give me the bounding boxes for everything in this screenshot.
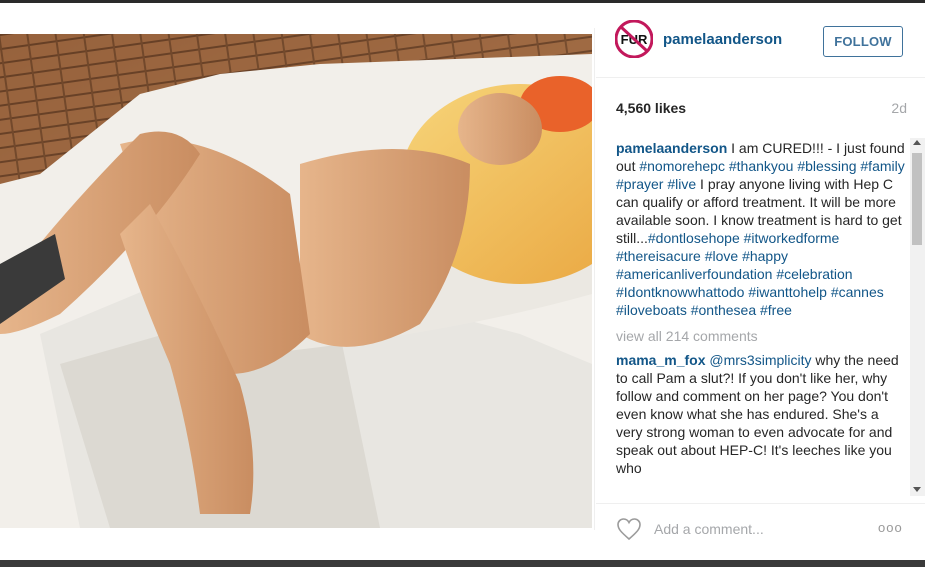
comment-item: mama_m_fox @mrs3simplicity why the need …	[616, 351, 908, 477]
photo-illustration	[0, 34, 592, 528]
comment-mention[interactable]: @mrs3simplicity	[709, 352, 811, 368]
follow-button[interactable]: FOLLOW	[823, 26, 903, 57]
caption: pamelaanderson I am CURED!!! - I just fo…	[616, 139, 908, 319]
post-age[interactable]: 2d	[891, 100, 907, 116]
post-photo[interactable]	[0, 34, 592, 528]
likes-count[interactable]: 4,560 likes	[616, 100, 686, 116]
no-fur-logo-icon: FUR	[614, 19, 654, 59]
comment-text: why the need to call Pam a slut?! If you…	[616, 352, 899, 476]
scroll-thumb[interactable]	[912, 153, 922, 245]
view-all-comments-link[interactable]: view all 214 comments	[616, 327, 908, 345]
heart-icon[interactable]	[616, 517, 642, 541]
post-footer: Add a comment... ooo	[596, 503, 925, 560]
post-photo-frame	[0, 28, 595, 530]
comment-username[interactable]: mama_m_fox	[616, 352, 706, 368]
avatar[interactable]: FUR	[614, 19, 654, 59]
post-header: FUR pamelaanderson FOLLOW	[596, 3, 925, 78]
more-options-icon[interactable]: ooo	[878, 520, 903, 535]
window-bottom-edge	[0, 560, 925, 567]
comments-scrollbar[interactable]	[910, 138, 925, 496]
caption-username[interactable]: pamelaanderson	[616, 140, 727, 156]
add-comment-input[interactable]: Add a comment...	[654, 521, 764, 537]
post-username[interactable]: pamelaanderson	[663, 31, 782, 48]
caption-hashtags-2[interactable]: #dontlosehope #itworkedforme #thereisacu…	[616, 230, 884, 318]
comments-list: pamelaanderson I am CURED!!! - I just fo…	[616, 139, 908, 494]
post-sidebar: FUR pamelaanderson FOLLOW 4,560 likes 2d…	[596, 3, 925, 560]
scroll-down-arrow-icon[interactable]	[913, 487, 921, 492]
scroll-up-arrow-icon[interactable]	[913, 140, 921, 145]
